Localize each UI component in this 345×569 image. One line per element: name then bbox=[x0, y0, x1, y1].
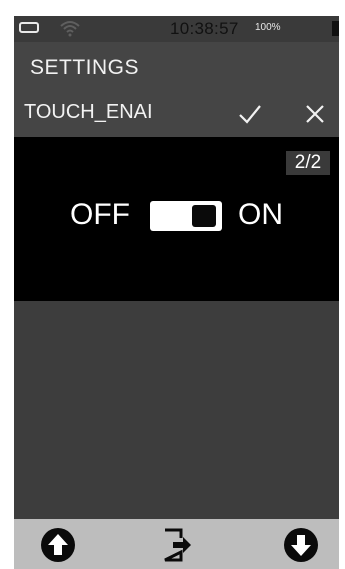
device-screen: 10:38:57 100% SETTINGS TOUCH_ENAI 2/2 OF… bbox=[14, 16, 339, 569]
editor-panel: 2/2 OFF ON bbox=[14, 137, 339, 301]
page-title: SETTINGS bbox=[30, 56, 140, 79]
toggle-knob bbox=[192, 205, 216, 227]
battery-icon bbox=[19, 22, 39, 33]
toggle-switch[interactable] bbox=[150, 201, 222, 231]
parameter-name: TOUCH_ENAI bbox=[24, 101, 153, 123]
status-time: 10:38:57 bbox=[170, 19, 239, 38]
arrow-up-circle-icon[interactable] bbox=[39, 526, 77, 564]
status-indicator bbox=[332, 21, 339, 36]
bottom-bar bbox=[14, 519, 339, 569]
screen-frame: 10:38:57 100% SETTINGS TOUCH_ENAI 2/2 OF… bbox=[0, 0, 345, 569]
content-area bbox=[14, 301, 339, 519]
battery-percent: 100% bbox=[255, 22, 281, 33]
arrow-down-circle-icon[interactable] bbox=[282, 526, 320, 564]
wifi-icon bbox=[60, 21, 80, 37]
page-indicator: 2/2 bbox=[286, 151, 330, 175]
on-label: ON bbox=[238, 198, 283, 231]
header: SETTINGS bbox=[14, 42, 339, 92]
parameter-row: TOUCH_ENAI bbox=[14, 92, 339, 137]
exit-icon[interactable] bbox=[157, 526, 195, 564]
off-label: OFF bbox=[70, 198, 130, 231]
close-icon[interactable] bbox=[304, 103, 326, 125]
status-bar: 10:38:57 100% bbox=[14, 16, 339, 42]
check-icon[interactable] bbox=[237, 102, 263, 126]
